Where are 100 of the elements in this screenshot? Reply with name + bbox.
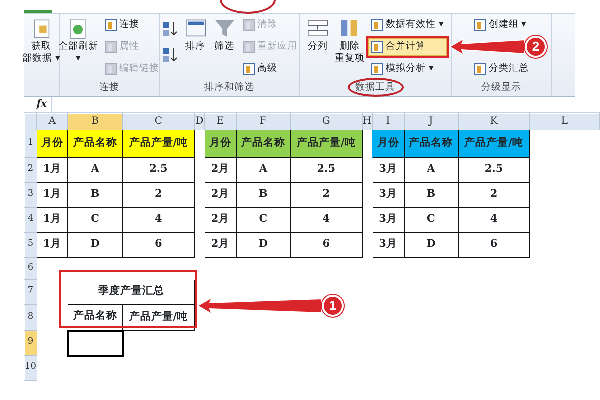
table-cell: 3月 (372, 208, 404, 232)
group-label: 连接 (100, 82, 120, 93)
header-cell: 月份 (36, 130, 68, 158)
row-number[interactable]: 6 (24, 258, 37, 280)
column-header[interactable]: F (236, 114, 290, 130)
table-cell: 2月 (204, 158, 237, 182)
ribbon-button[interactable]: 数据有效性 ▾ (369, 17, 446, 33)
group-label: 排序和筛选 (204, 82, 254, 93)
table-cell: 2 (290, 182, 362, 208)
group-label: 分级显示 (482, 82, 522, 93)
table-cell: 1月 (36, 208, 68, 232)
command-icon (371, 62, 384, 76)
ribbon-tab-edge (24, 10, 52, 13)
step-badge: 1 (322, 295, 344, 317)
header-cell: 产品产量/吨 (122, 304, 195, 330)
table-cell: 2.5 (122, 158, 195, 182)
command-icon (104, 18, 118, 32)
table-cell: 2 (122, 182, 195, 208)
command-icon (242, 62, 256, 76)
table-cell: B (236, 182, 290, 208)
selected-cell[interactable] (68, 330, 123, 356)
table-cell: 1月 (36, 158, 68, 182)
table-cell: D (236, 232, 290, 258)
column-header[interactable]: G (290, 114, 362, 130)
table-cell: 4 (122, 208, 195, 232)
table-cell: 2.5 (290, 158, 362, 182)
table-cell: 3月 (372, 182, 404, 208)
row-number[interactable]: 3 (24, 182, 37, 208)
table-cell: C (404, 208, 458, 232)
command-icon (104, 40, 118, 54)
ribbon-button[interactable]: 连接 (102, 17, 162, 33)
ribbon-button[interactable]: 删除 重复项 (334, 17, 366, 65)
table-cell: 3月 (372, 158, 404, 182)
table-cell: 1月 (36, 182, 68, 208)
column-header[interactable]: L (530, 114, 600, 130)
table-cell: 3月 (372, 232, 404, 258)
ribbon-button[interactable]: 模拟分析 ▾ (369, 61, 446, 77)
row-number[interactable]: 2 (24, 158, 37, 182)
header-cell: 月份 (204, 130, 237, 158)
column-header[interactable]: E (204, 114, 237, 130)
header-cell: 产品产量/吨 (458, 130, 530, 158)
step-badge: 2 (525, 36, 547, 58)
row-number[interactable]: 4 (24, 208, 37, 232)
sort-icon (162, 47, 178, 63)
header-cell: 月份 (372, 130, 404, 158)
table-cell: C (68, 208, 123, 232)
highlight-oval (348, 78, 404, 97)
ribbon-button[interactable]: 创建组 ▾ (472, 17, 531, 33)
table-cell: B (68, 182, 123, 208)
table-cell: 6 (122, 232, 195, 258)
row-number[interactable]: 9 (24, 330, 37, 356)
ribbon-button[interactable]: 高级 (240, 61, 300, 77)
ribbon-button[interactable]: 筛选 (212, 17, 238, 53)
column-header[interactable]: K (458, 114, 530, 130)
table-cell: B (404, 182, 458, 208)
table-cell: C (236, 208, 290, 232)
header-cell: 产品产量/吨 (290, 130, 362, 158)
column-header[interactable]: A (36, 114, 68, 130)
function-label[interactable]: fx (24, 97, 52, 112)
column-header[interactable]: C (122, 114, 195, 130)
table-cell: 4 (458, 208, 530, 232)
command-icon (104, 62, 118, 76)
ribbon-button[interactable]: 分类汇总 (472, 61, 531, 77)
table-cell: 2 (458, 182, 530, 208)
command-icon (371, 40, 384, 54)
row-number[interactable]: 8 (24, 304, 37, 330)
column-header[interactable]: D (194, 114, 205, 130)
column-header[interactable]: B (68, 114, 123, 130)
row-number[interactable]: 1 (24, 130, 37, 158)
ribbon-button[interactable]: 分列 (305, 17, 332, 53)
command-icon (371, 18, 384, 32)
table-cell: D (68, 232, 123, 258)
command-icon (474, 18, 487, 32)
column-header[interactable]: I (372, 114, 404, 130)
table-cell: 2月 (204, 182, 237, 208)
table-cell: 6 (290, 232, 362, 258)
table-cell: 2.5 (458, 158, 530, 182)
table-cell: 1月 (36, 232, 68, 258)
row-number[interactable]: 10 (24, 356, 37, 380)
header-cell: 产品产量/吨 (122, 130, 195, 158)
table-cell: A (68, 158, 123, 182)
table-cell: 2月 (204, 208, 237, 232)
table-cell: 6 (458, 232, 530, 258)
ribbon-button[interactable]: 合并计算 (369, 39, 446, 55)
table-title: 季度产量汇总 (68, 280, 195, 304)
table-cell: A (236, 158, 290, 182)
command-icon (242, 40, 256, 54)
row-number[interactable]: 5 (24, 232, 37, 258)
table-cell: 2月 (204, 232, 237, 258)
sort-icon (162, 21, 178, 37)
ribbon-button[interactable]: 排序 (182, 17, 208, 53)
column-header[interactable]: J (404, 114, 458, 130)
header-cell: 产品名称 (404, 130, 458, 158)
row-number[interactable]: 7 (24, 280, 37, 304)
table-cell: D (404, 232, 458, 258)
table-cell: 4 (290, 208, 362, 232)
group-label: 数据工具 (356, 82, 396, 93)
table-cell: A (404, 158, 458, 182)
command-icon (474, 62, 487, 76)
column-header[interactable]: H (362, 114, 372, 130)
